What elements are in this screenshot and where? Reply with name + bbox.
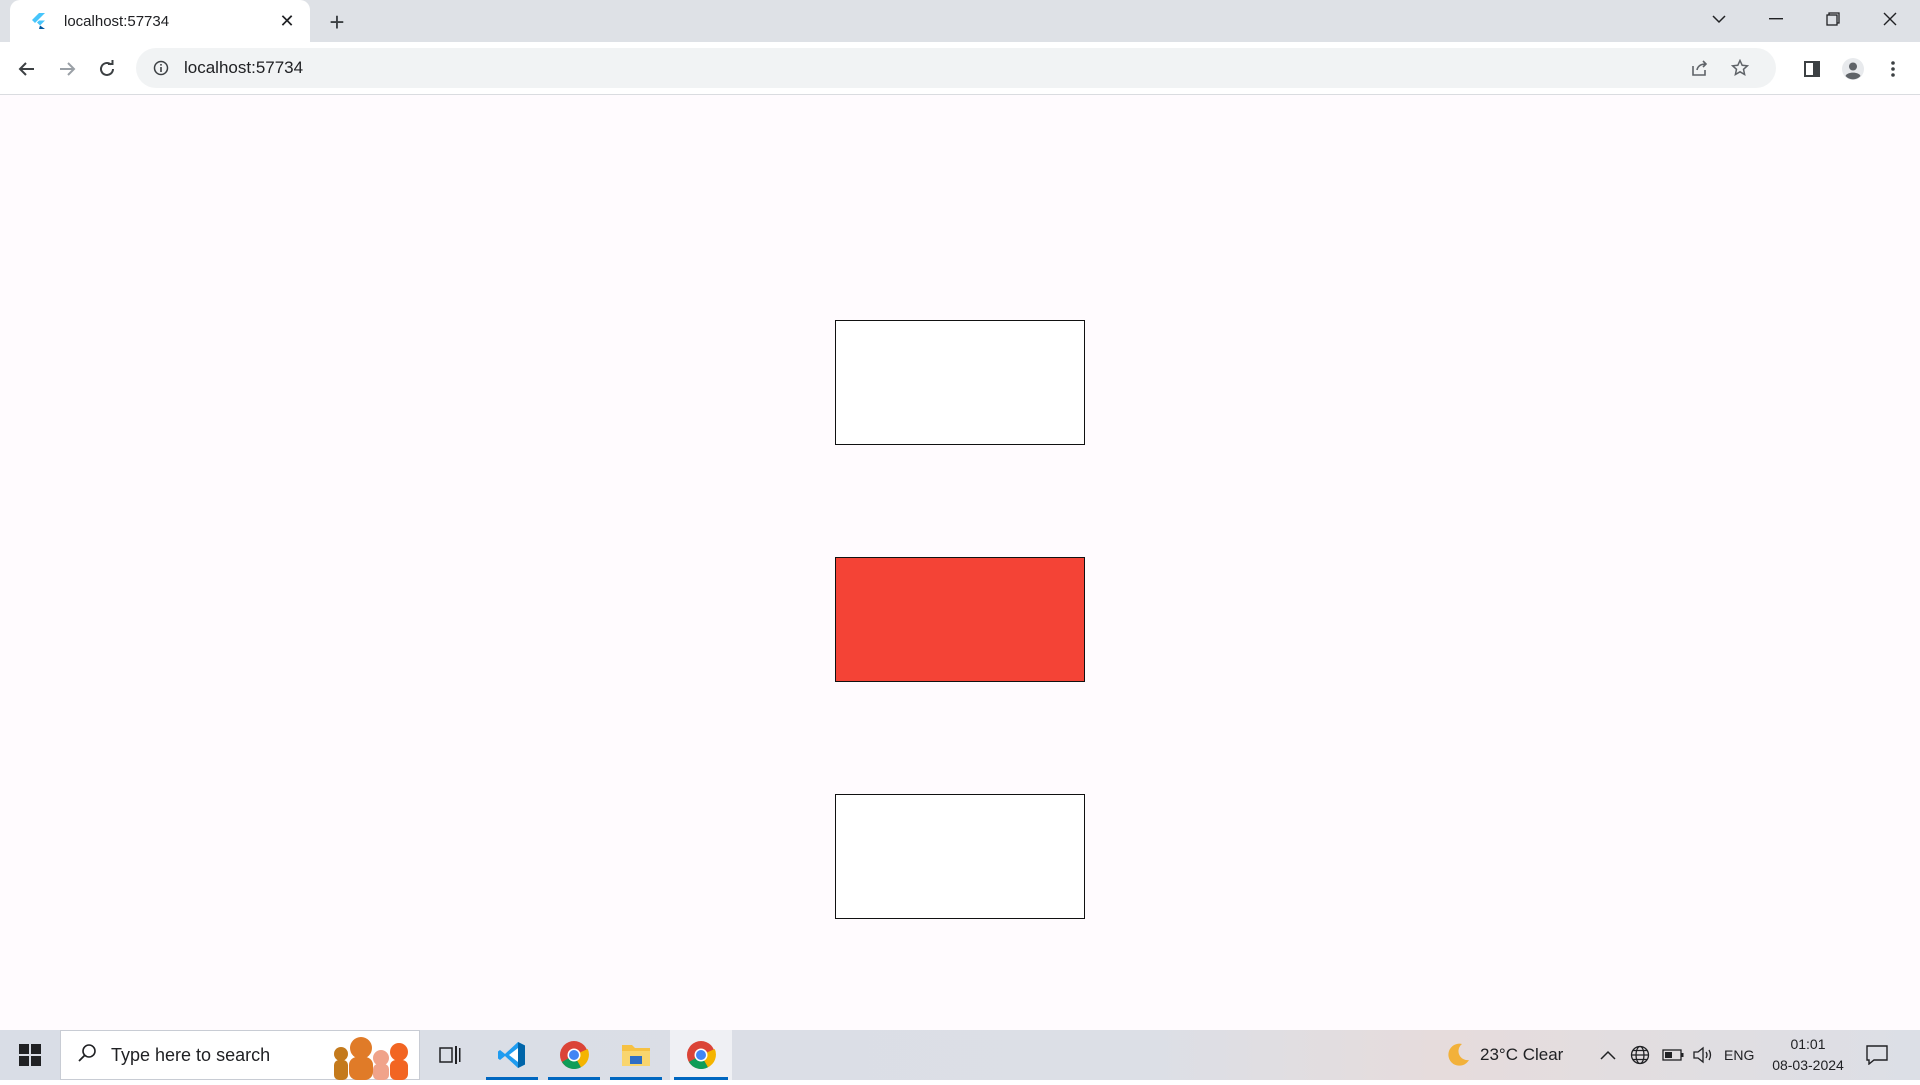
forward-button[interactable]	[50, 52, 84, 86]
profile-avatar-icon[interactable]	[1836, 52, 1870, 86]
show-hidden-icons-button[interactable]	[1600, 1030, 1616, 1080]
address-bar[interactable]: localhost:57734	[136, 48, 1776, 88]
search-icon	[77, 1043, 97, 1068]
network-icon[interactable]	[1630, 1030, 1650, 1080]
site-info-icon[interactable]	[152, 59, 170, 77]
clock-time: 01:01	[1790, 1036, 1826, 1052]
taskbar: Type here to search 23°C Clear ENG 01:01…	[0, 1030, 1920, 1080]
reload-button[interactable]	[90, 52, 124, 86]
tab-active[interactable]: localhost:57734 ✕	[10, 0, 310, 42]
box-bottom[interactable]	[835, 794, 1085, 919]
moon-icon	[1448, 1043, 1469, 1066]
start-button[interactable]	[0, 1030, 60, 1080]
page-viewport	[0, 95, 1920, 1030]
chrome-icon	[687, 1041, 716, 1070]
notification-icon	[1866, 1045, 1888, 1065]
taskbar-search-box[interactable]: Type here to search	[60, 1030, 420, 1080]
back-button[interactable]	[10, 52, 44, 86]
tab-close-icon[interactable]: ✕	[276, 10, 298, 32]
battery-icon[interactable]	[1662, 1030, 1684, 1080]
search-highlight-people-icon	[319, 1030, 419, 1080]
windows-logo-icon	[19, 1044, 41, 1066]
weather-widget[interactable]: 23°C Clear	[1444, 1030, 1563, 1080]
new-tab-button[interactable]: +	[322, 7, 352, 37]
notifications-button[interactable]	[1866, 1030, 1888, 1080]
side-panel-icon[interactable]	[1795, 52, 1829, 86]
menu-kebab-icon[interactable]	[1876, 52, 1910, 86]
share-icon[interactable]	[1680, 51, 1720, 85]
vscode-icon	[498, 1042, 525, 1068]
clock-date: 08-03-2024	[1772, 1057, 1844, 1073]
task-view-icon	[439, 1046, 461, 1064]
restore-button[interactable]	[1805, 0, 1861, 38]
volume-icon[interactable]	[1692, 1030, 1714, 1080]
search-placeholder: Type here to search	[111, 1044, 271, 1065]
bookmark-star-icon[interactable]	[1720, 51, 1760, 85]
language-indicator[interactable]: ENG	[1724, 1030, 1754, 1080]
minimize-button[interactable]	[1748, 0, 1804, 38]
chevron-up-icon	[1600, 1050, 1616, 1060]
flutter-favicon-icon	[28, 11, 48, 31]
tab-strip: localhost:57734 ✕ +	[0, 0, 1920, 42]
tab-title: localhost:57734	[64, 12, 170, 30]
box-top[interactable]	[835, 320, 1085, 445]
close-window-button[interactable]	[1862, 0, 1918, 38]
vscode-taskbar-button[interactable]	[482, 1030, 542, 1080]
folder-icon	[622, 1045, 650, 1066]
chrome-icon	[560, 1041, 589, 1070]
browser-toolbar: localhost:57734	[0, 42, 1920, 95]
clock[interactable]: 01:01 08-03-2024	[1766, 1034, 1850, 1076]
box-middle-selected[interactable]	[835, 557, 1085, 682]
task-view-button[interactable]	[420, 1030, 480, 1080]
file-explorer-taskbar-button[interactable]	[606, 1030, 666, 1080]
chrome-active-taskbar-button[interactable]	[670, 1030, 732, 1080]
url-text: localhost:57734	[184, 58, 304, 77]
weather-text: 23°C Clear	[1480, 1045, 1564, 1064]
chrome-taskbar-button[interactable]	[544, 1030, 604, 1080]
tab-search-icon[interactable]	[1691, 0, 1747, 38]
